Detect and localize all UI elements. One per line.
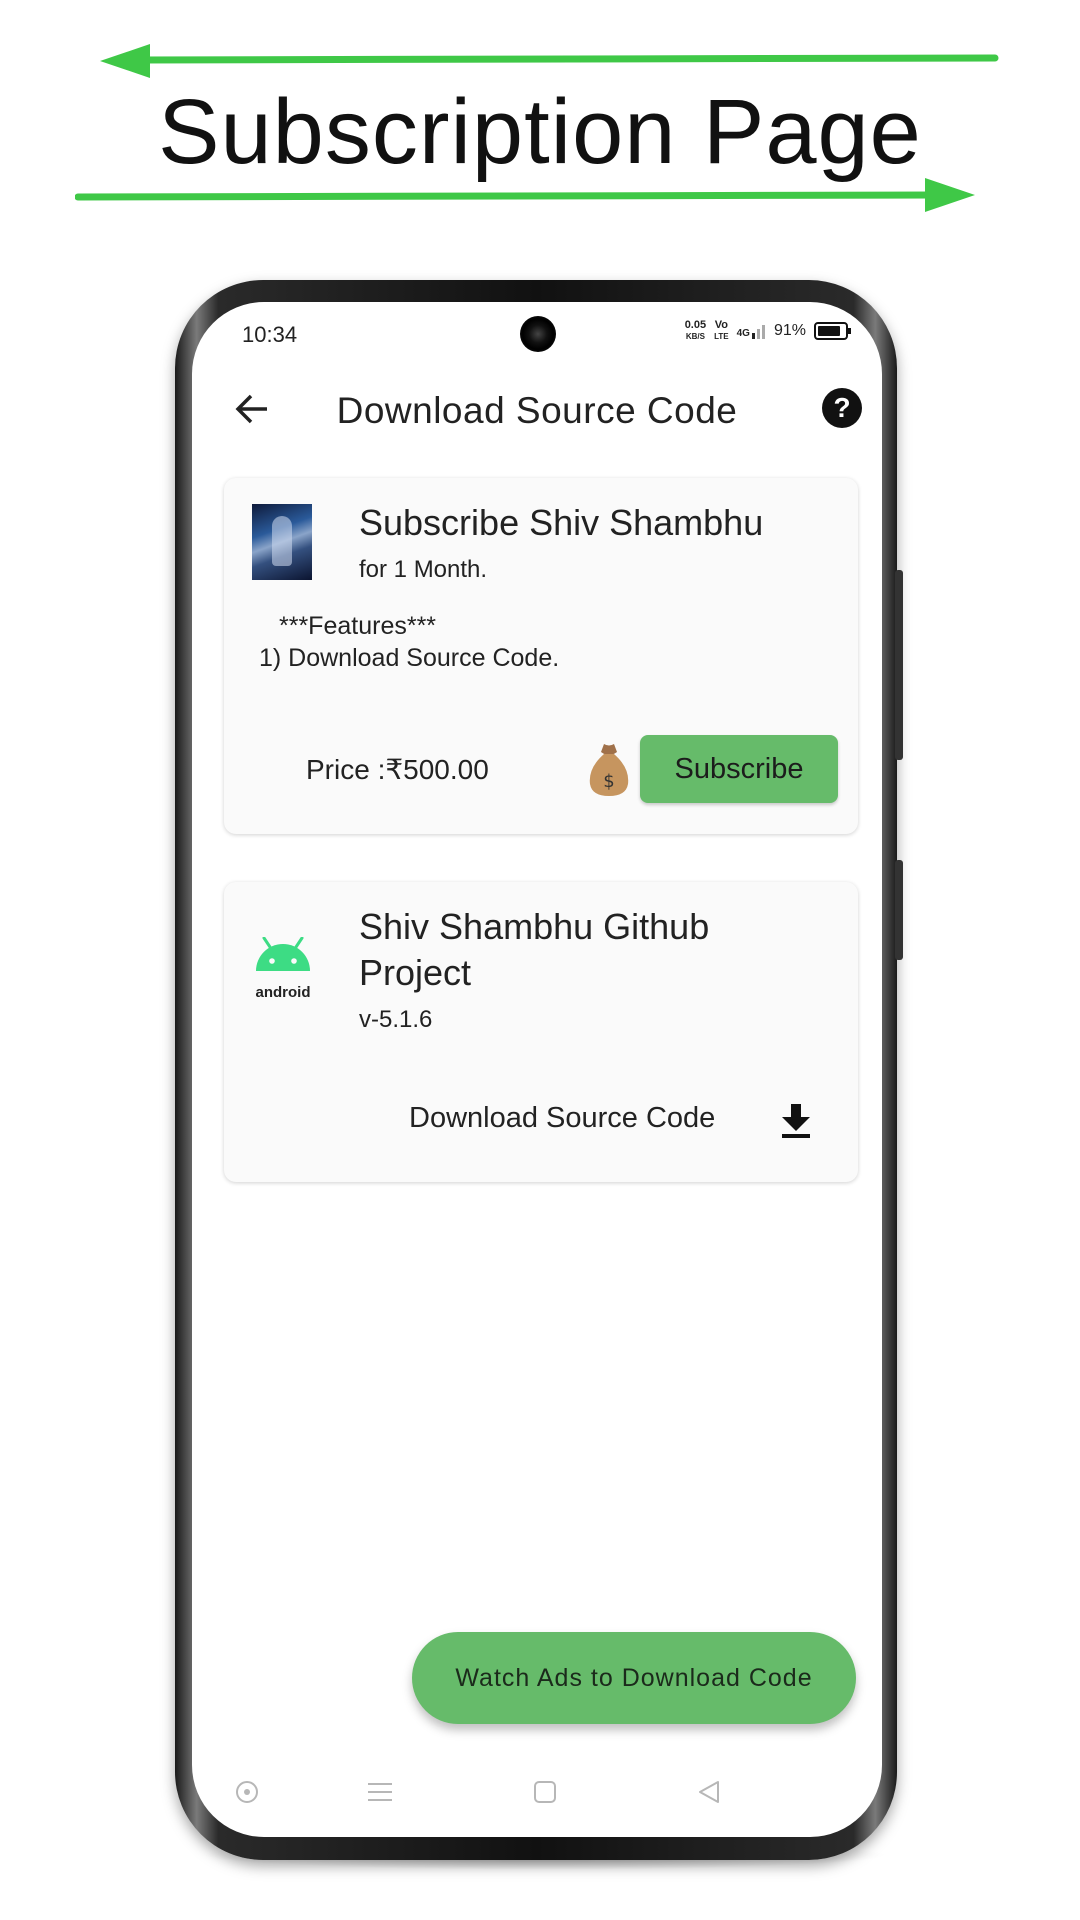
page-headline: Subscription Page (158, 81, 922, 183)
system-nav-bar (192, 1772, 882, 1812)
home-square-icon[interactable] (525, 1772, 565, 1812)
android-label: android (255, 984, 311, 1001)
back-triangle-icon[interactable] (689, 1772, 729, 1812)
menu-icon[interactable] (360, 1772, 400, 1812)
project-card: android Shiv Shambhu Github Project v-5.… (224, 882, 858, 1182)
front-camera (520, 316, 556, 352)
phone-side-button (895, 570, 903, 760)
battery-percent: 91% (773, 322, 806, 339)
left-arrow-graphic (100, 44, 999, 78)
phone-side-button (895, 860, 903, 960)
project-title-line1: Shiv Shambhu Github (359, 906, 710, 947)
subscribe-button[interactable]: Subscribe (640, 735, 838, 803)
money-bag-icon: $ (589, 744, 629, 796)
subscription-card: Subscribe Shiv Shambhu for 1 Month. ***F… (224, 478, 858, 834)
android-icon (256, 937, 310, 971)
project-version: v-5.1.6 (359, 1006, 433, 1033)
signal-bars-icon (751, 325, 765, 339)
download-icon[interactable] (779, 1100, 813, 1140)
svg-text:$: $ (603, 771, 614, 792)
status-icons: 0.05 KB/S Vo LTE 4G 91% (684, 319, 851, 342)
project-title-line2: Project (359, 952, 472, 993)
right-arrow-graphic (75, 178, 975, 212)
status-time: 10:34 (242, 322, 298, 347)
help-button[interactable]: ? (822, 388, 862, 428)
phone-screen: 10:34 0.05 KB/S Vo LTE 4G 91% Download S… (192, 302, 882, 1837)
network-speed: 0.05 KB/S (684, 319, 707, 342)
features-heading: ***Features*** (279, 612, 437, 640)
subscription-title: Subscribe Shiv Shambhu (359, 502, 764, 543)
help-circle-icon: ? (833, 392, 851, 423)
download-source-code-link[interactable]: Download Source Code (409, 1102, 715, 1135)
shiv-thumbnail (252, 504, 312, 580)
volte-icon: Vo LTE (714, 319, 729, 342)
app-bar-title: Download Source Code (336, 390, 738, 431)
feature-item: 1) Download Source Code. (259, 644, 560, 672)
price-label: Price :₹500.00 (306, 754, 489, 785)
signal-icon: 4G (737, 323, 766, 339)
watch-ads-button[interactable]: Watch Ads to Download Code (412, 1632, 856, 1724)
features-list: ***Features*** 1) Download Source Code. (259, 610, 559, 674)
subscription-duration: for 1 Month. (359, 556, 488, 583)
circle-dot-icon[interactable] (227, 1772, 267, 1812)
battery-icon (814, 322, 851, 340)
